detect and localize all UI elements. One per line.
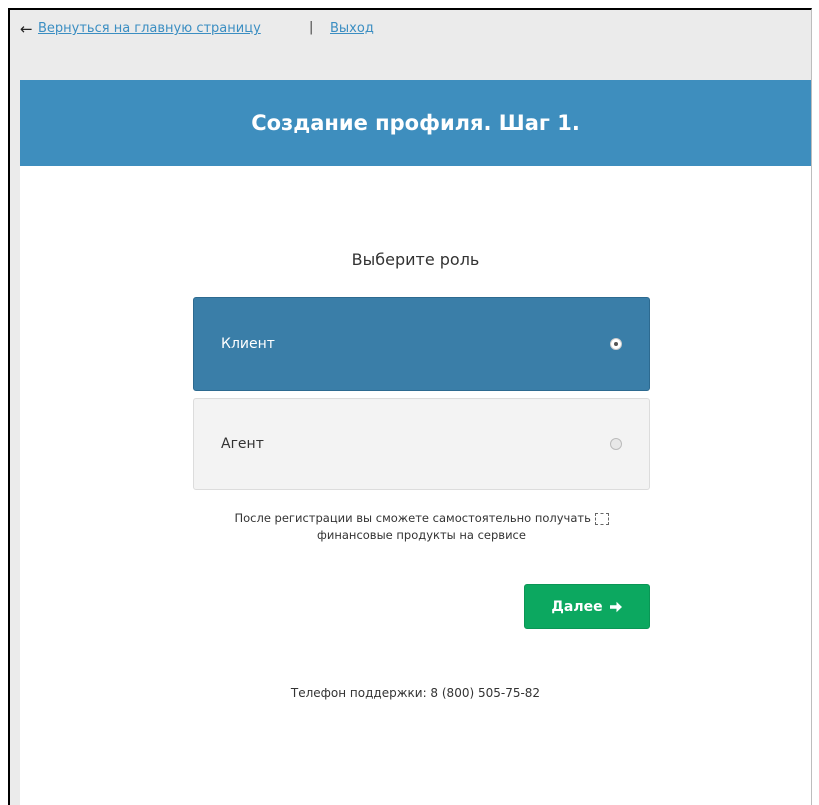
role-prompt: Выберите роль [351,250,480,269]
role-description-line2: финансовые продукты на сервисе [317,528,526,542]
arrow-left-icon[interactable]: ← [20,20,33,38]
radio-checked-icon[interactable] [610,338,622,350]
logout-link[interactable]: Выход [330,21,374,36]
role-option-agent[interactable]: Агент [193,398,650,490]
next-button[interactable]: Далее [524,584,650,629]
home-link[interactable]: Вернуться на главную страницу [38,21,261,36]
role-option-label: Клиент [221,336,275,352]
profile-card: Создание профиля. Шаг 1. Выберите роль К… [20,80,811,805]
role-option-client[interactable]: Клиент [193,297,650,391]
card-header: Создание профиля. Шаг 1. [20,80,811,166]
page-title: Создание профиля. Шаг 1. [251,111,580,135]
next-button-label: Далее [551,598,603,615]
broken-image-icon [594,512,609,525]
app-frame: ← Вернуться на главную страницу | Выход … [8,8,812,805]
radio-unchecked-icon[interactable] [610,438,622,450]
arrow-right-icon [609,601,622,612]
nav-separator: | [309,20,314,35]
role-option-label: Агент [221,436,264,452]
top-nav: ← Вернуться на главную страницу | Выход [10,10,811,80]
support-phone: Телефон поддержки: 8 (800) 505-75-82 [290,686,541,700]
role-description-line1: После регистрации вы сможете самостоятел… [234,511,591,525]
role-description: После регистрации вы сможете самостоятел… [193,510,650,544]
